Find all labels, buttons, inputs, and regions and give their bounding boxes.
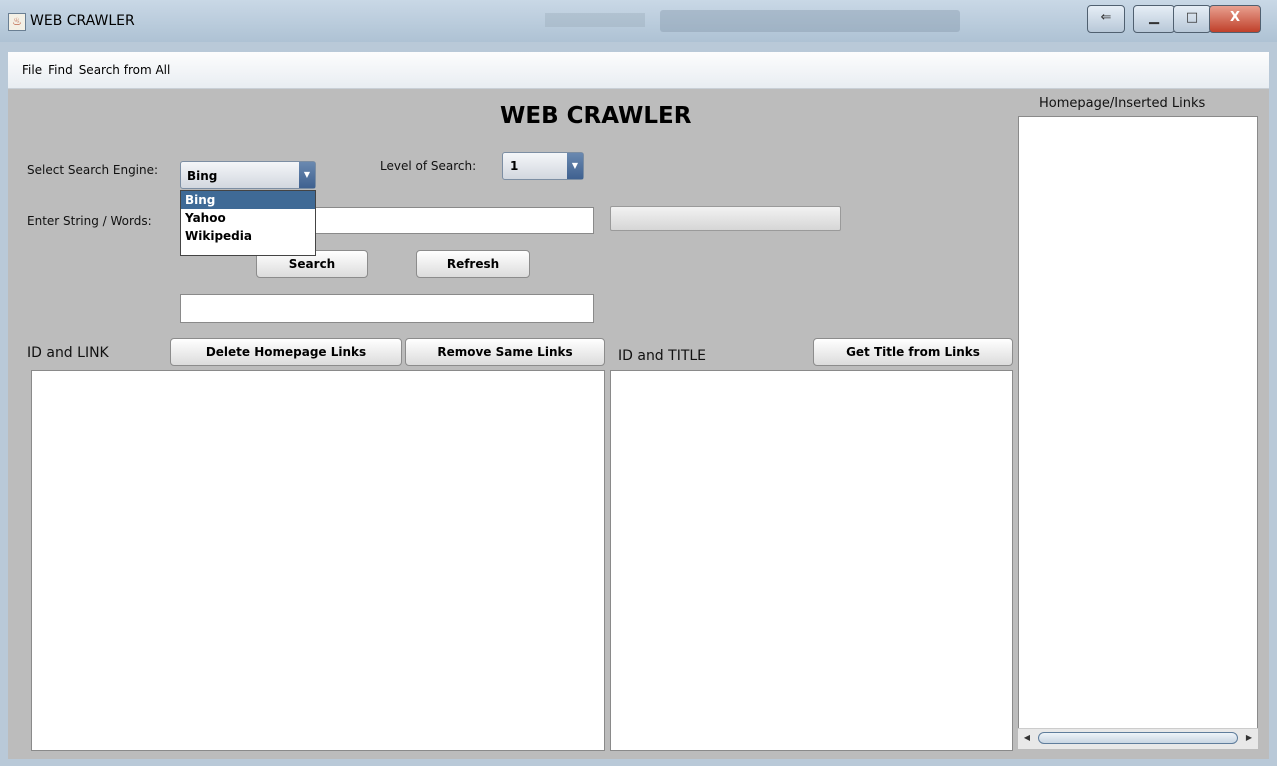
- level-combo[interactable]: 1 ▼: [502, 152, 584, 180]
- menu-file[interactable]: File: [22, 63, 42, 77]
- search-engine-value: Bing: [187, 169, 218, 183]
- remove-same-links-button[interactable]: Remove Same Links: [405, 338, 605, 366]
- homepage-links-list[interactable]: [1018, 116, 1258, 749]
- minimize-button[interactable]: ▁: [1133, 5, 1175, 33]
- search-engine-label: Select Search Engine:: [27, 163, 159, 177]
- menu-find[interactable]: Find: [48, 63, 73, 77]
- title-panel-title: ID and TITLE: [618, 348, 707, 364]
- links-panel-title: ID and LINK: [27, 345, 109, 361]
- background-window-ghost: [660, 10, 960, 32]
- delete-homepage-links-button[interactable]: Delete Homepage Links: [170, 338, 402, 366]
- menu-bar: File Find Search from All: [8, 52, 1269, 89]
- result-field[interactable]: [180, 294, 594, 323]
- chevron-down-icon[interactable]: ▼: [299, 162, 315, 188]
- chevron-down-icon[interactable]: ▼: [567, 153, 583, 179]
- engine-option-yahoo[interactable]: Yahoo: [181, 209, 315, 227]
- scroll-thumb[interactable]: [1038, 732, 1238, 744]
- horizontal-scrollbar[interactable]: ◀ ▶: [1018, 728, 1258, 749]
- level-value: 1: [510, 159, 519, 173]
- back-window-button[interactable]: ⇐: [1087, 5, 1125, 33]
- search-engine-combo[interactable]: Bing ▼: [180, 161, 316, 189]
- string-label: Enter String / Words:: [27, 214, 152, 228]
- homepage-panel-title: Homepage/Inserted Links: [1039, 96, 1206, 111]
- search-engine-dropdown-list: Bing Yahoo Wikipedia: [180, 190, 316, 256]
- window-title: WEB CRAWLER: [30, 13, 135, 29]
- progress-bar: [610, 206, 841, 231]
- links-list[interactable]: [31, 370, 605, 751]
- refresh-button[interactable]: Refresh: [416, 250, 530, 278]
- close-icon[interactable]: X: [1209, 5, 1261, 33]
- level-label: Level of Search:: [380, 159, 477, 173]
- titles-list[interactable]: [610, 370, 1013, 751]
- maximize-button[interactable]: □: [1173, 5, 1211, 33]
- main-content: WEB CRAWLER Select Search Engine: Bing ▼…: [8, 89, 1269, 759]
- scroll-right-icon[interactable]: ▶: [1242, 731, 1256, 745]
- menu-search-from-all[interactable]: Search from All: [79, 63, 171, 77]
- scroll-left-icon[interactable]: ◀: [1020, 731, 1034, 745]
- app-window: ♨ WEB CRAWLER ⇐ ▁ □ X File Find Search fro…: [0, 0, 1277, 766]
- title-bar: ♨ WEB CRAWLER ⇐ ▁ □ X: [0, 0, 1277, 42]
- page-title: WEB CRAWLER: [500, 103, 692, 129]
- engine-option-bing[interactable]: Bing: [181, 191, 315, 209]
- background-window-ghost: [545, 13, 645, 27]
- get-title-button[interactable]: Get Title from Links: [813, 338, 1013, 366]
- engine-option-wikipedia[interactable]: Wikipedia: [181, 227, 315, 245]
- java-app-icon: ♨: [8, 13, 26, 31]
